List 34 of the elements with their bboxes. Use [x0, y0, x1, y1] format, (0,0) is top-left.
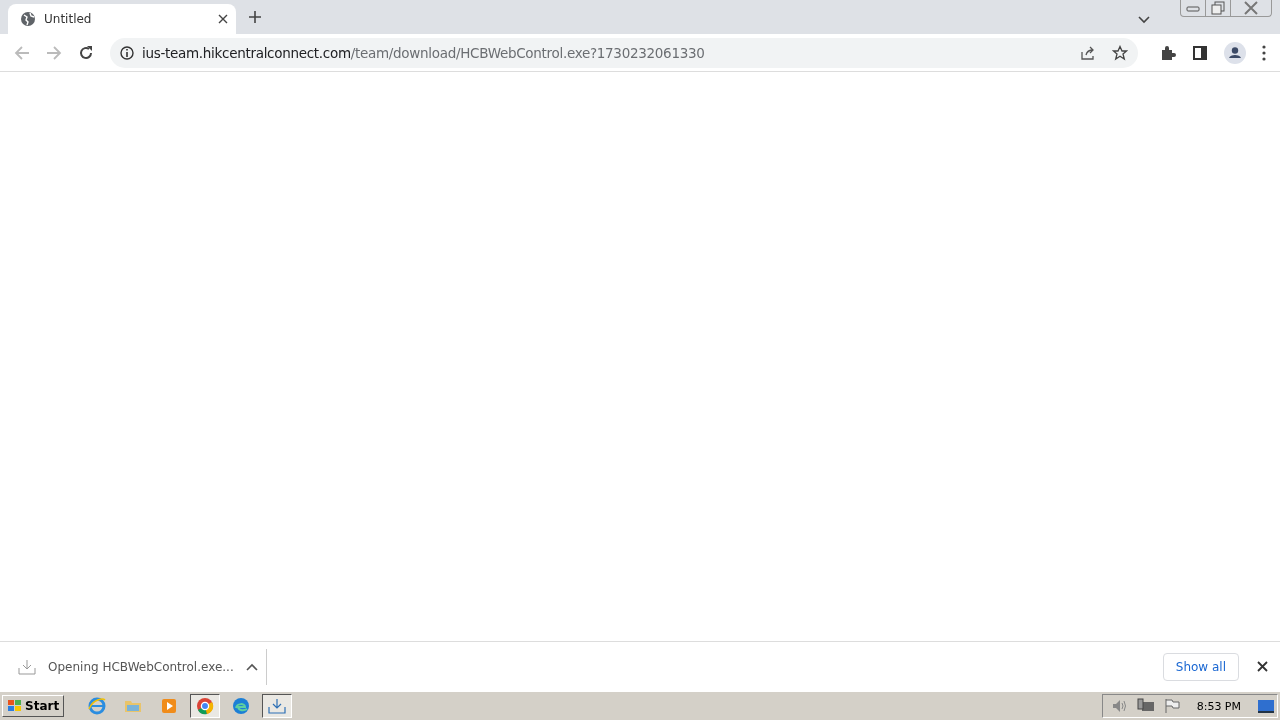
download-icon: [268, 698, 287, 714]
chevron-down-icon[interactable]: [1138, 16, 1150, 24]
globe-icon: [20, 11, 36, 27]
plus-icon[interactable]: [248, 10, 262, 24]
close-icon[interactable]: [1257, 661, 1268, 672]
taskbar-app-button[interactable]: [190, 694, 221, 718]
play-icon: [160, 697, 179, 715]
taskbar-app-button[interactable]: [262, 694, 293, 718]
url-path: /team/download/HCBWebControl.exe?1730232061330: [350, 44, 705, 61]
info-icon[interactable]: [120, 45, 134, 60]
chevron-up-icon[interactable]: [245, 662, 258, 671]
browser-tab[interactable]: Untitled: [8, 4, 236, 34]
flag-icon[interactable]: [1162, 698, 1181, 714]
menu-icon[interactable]: [1262, 44, 1266, 61]
star-icon[interactable]: [1112, 44, 1128, 61]
edge-icon: [232, 697, 251, 715]
address-field[interactable]: ius-team.hikcentralconnect.com/team/download/HCBWebControl.exe?1730232061330: [110, 37, 1138, 68]
show-all-button[interactable]: Show all: [1162, 652, 1239, 681]
profile-avatar-icon[interactable]: [1224, 41, 1246, 64]
show-desktop-icon[interactable]: [1257, 698, 1275, 714]
clock: 8:53 PM: [1196, 699, 1241, 713]
chrome-icon: [196, 697, 215, 715]
start-button[interactable]: Start: [2, 695, 65, 717]
share-icon[interactable]: [1080, 44, 1096, 61]
close-icon[interactable]: [218, 14, 228, 24]
network-icon[interactable]: [1136, 698, 1155, 714]
url-host: ius-team.hikcentralconnect.com: [142, 44, 351, 61]
side-panel-icon[interactable]: [1192, 44, 1208, 61]
download-icon: [18, 658, 36, 675]
download-filename[interactable]: Opening HCBWebControl.exe...: [48, 659, 234, 674]
reload-icon[interactable]: [78, 44, 94, 61]
windows-logo-icon: [7, 699, 23, 713]
puzzle-icon[interactable]: [1160, 44, 1176, 61]
browser-e-icon: [88, 697, 107, 715]
